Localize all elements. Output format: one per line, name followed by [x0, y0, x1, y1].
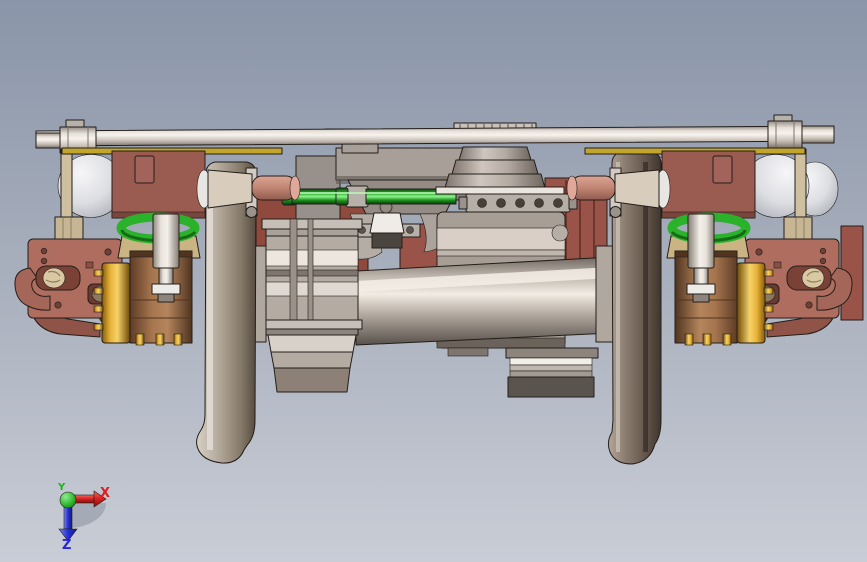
- axlebox-housing: [111, 150, 206, 219]
- green-shaft[interactable]: [281, 185, 457, 208]
- x-axis-arrow[interactable]: [73, 494, 95, 504]
- z-axis-label: Z: [62, 538, 71, 553]
- cad-viewport[interactable]: X Z Y: [0, 0, 867, 562]
- support-post: [60, 148, 73, 220]
- x-axis-label: X: [100, 486, 110, 501]
- salmon-duct: [251, 175, 297, 201]
- y-axis-label: Y: [57, 482, 66, 493]
- roller: [42, 267, 66, 289]
- piston-rod: [151, 213, 181, 303]
- gold-flange: [101, 262, 131, 344]
- housing-pad: [134, 155, 155, 184]
- model-view[interactable]: X Z Y: [0, 0, 867, 562]
- z-axis-arrow[interactable]: [63, 506, 73, 530]
- y-axis-origin-sphere[interactable]: [59, 491, 77, 509]
- duct-cone: [207, 169, 253, 209]
- coupling-drum[interactable]: [261, 218, 363, 393]
